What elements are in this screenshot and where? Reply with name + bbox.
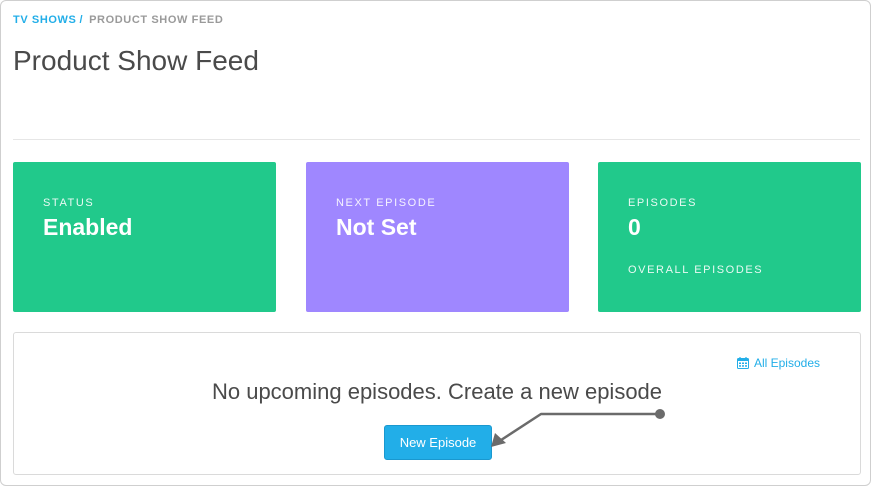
- episodes-card-value: 0: [628, 214, 641, 240]
- page-title: Product Show Feed: [13, 45, 259, 76]
- episodes-card-label: EPISODES: [628, 197, 698, 209]
- all-episodes-label: All Episodes: [753, 356, 820, 370]
- next-episode-card-label: NEXT EPISODE: [336, 197, 437, 209]
- calendar-icon: [736, 357, 749, 369]
- status-card-value: Enabled: [43, 214, 133, 240]
- next-episode-card: NEXT EPISODE Not Set: [306, 162, 569, 312]
- all-episodes-link[interactable]: All Episodes: [736, 356, 820, 370]
- breadcrumb: TV SHOWS / PRODUCT SHOW FEED: [13, 14, 223, 26]
- episodes-card-sublabel: OVERALL EPISODES: [628, 264, 764, 276]
- breadcrumb-current: PRODUCT SHOW FEED: [89, 14, 224, 26]
- breadcrumb-tv-shows-link[interactable]: TV SHOWS: [13, 14, 76, 26]
- episodes-card: EPISODES 0 OVERALL EPISODES: [598, 162, 861, 312]
- divider: [13, 139, 860, 140]
- next-episode-card-value: Not Set: [336, 214, 417, 240]
- new-episode-button[interactable]: New Episode: [384, 425, 492, 460]
- breadcrumb-separator: /: [79, 14, 84, 26]
- status-card: STATUS Enabled: [13, 162, 276, 312]
- status-card-label: STATUS: [43, 197, 95, 209]
- episodes-panel: All Episodes No upcoming episodes. Creat…: [13, 332, 861, 475]
- empty-state-message: No upcoming episodes. Create a new episo…: [211, 379, 663, 404]
- app-frame: TV SHOWS / PRODUCT SHOW FEED Product Show …: [0, 0, 871, 486]
